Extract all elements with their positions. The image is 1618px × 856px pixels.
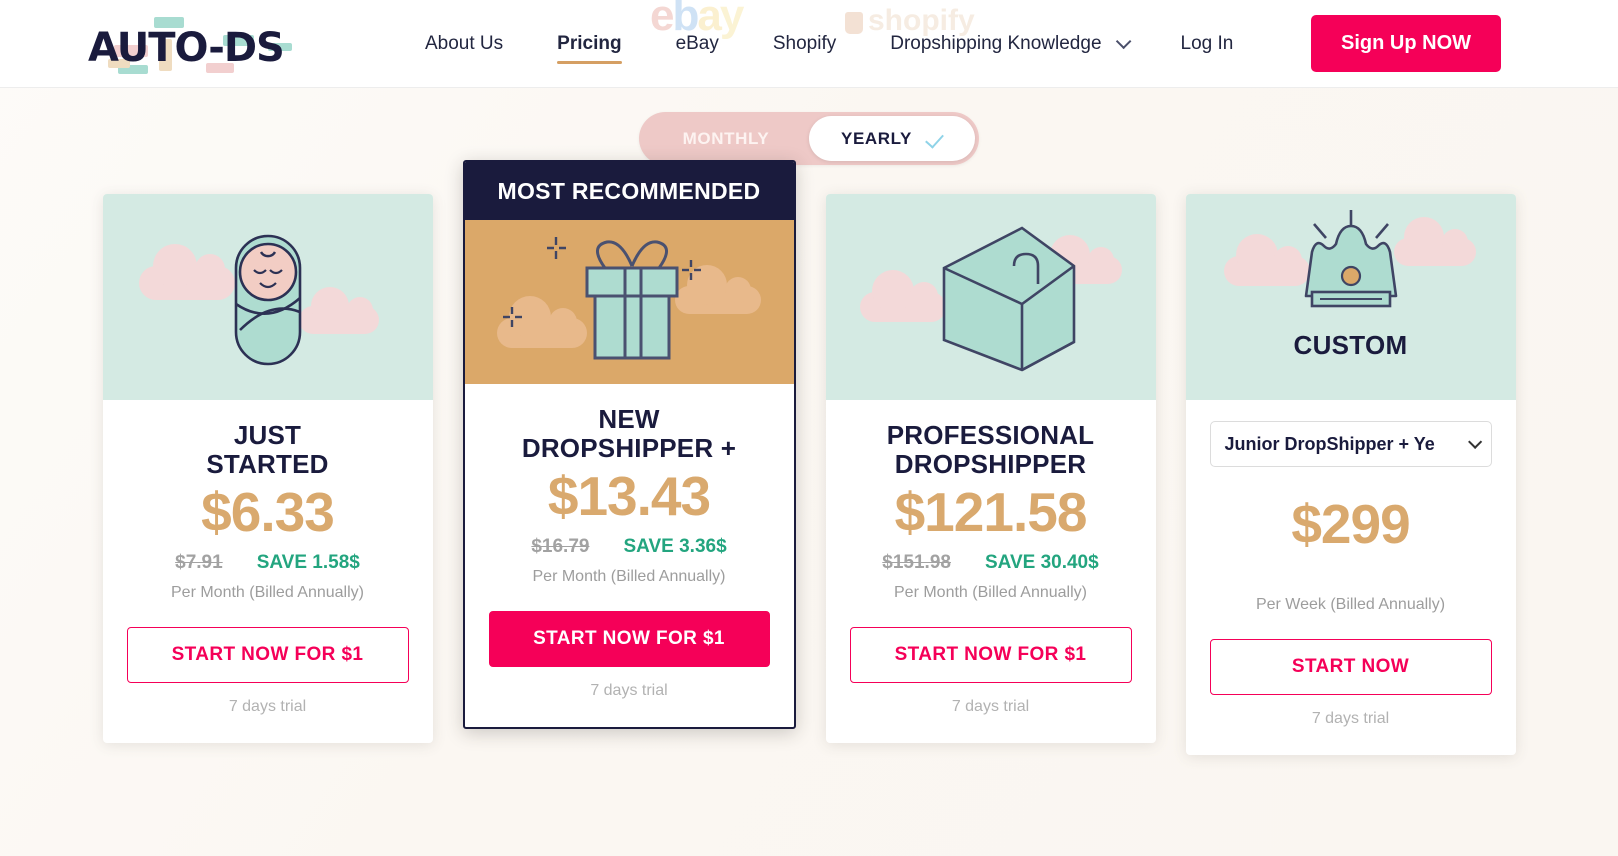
plan-name: JUST STARTED <box>206 420 329 480</box>
start-now-button[interactable]: START NOW FOR $1 <box>488 611 770 667</box>
plan-trial-note: 7 days trial <box>1311 710 1390 727</box>
card-body: Junior DropShipper + Ye $299 Per Week (B… <box>1186 400 1516 755</box>
briefcase-icon <box>942 226 1075 372</box>
toggle-option-yearly[interactable]: YEARLY <box>809 116 975 161</box>
plan-billing-note: Per Week (Billed Annually) <box>1255 596 1446 613</box>
plan-old-price: $151.98 <box>882 552 951 573</box>
logo-text: AUTO-DS <box>88 24 285 71</box>
pricing-card-new-dropshipper-plus: MOST RECOMMENDED NEW DROPSHIPPER + $13.4… <box>462 160 796 729</box>
plan-savings: SAVE 1.58$ <box>256 552 360 573</box>
pricing-card-just-started: JUST STARTED $6.33 $7.91 SAVE 1.58$ Per M… <box>102 194 433 743</box>
billing-toggle-container: MONTHLY YEARLY <box>0 112 1618 165</box>
card-body: NEW DROPSHIPPER + $13.43 $16.79 SAVE 3.36… <box>465 384 794 727</box>
sparkle-icon <box>502 307 522 327</box>
plan-billing-note: Per Month (Billed Annually) <box>171 584 364 601</box>
sparkle-icon <box>681 260 701 280</box>
plan-billing-note: Per Month (Billed Annually) <box>532 568 726 585</box>
pricing-card-custom: CUSTOM Junior DropShipper + Ye $299 Per … <box>1185 194 1516 755</box>
start-now-button[interactable]: START NOW FOR $1 <box>849 627 1132 683</box>
card-artwork-baby <box>102 194 433 400</box>
plan-name: NEW DROPSHIPPER + <box>521 404 737 464</box>
nav-item-pricing[interactable]: Pricing <box>530 0 648 88</box>
plan-trial-note: 7 days trial <box>951 698 1030 715</box>
plan-savings: SAVE 3.36$ <box>623 536 727 557</box>
sparkle-icon <box>546 237 566 259</box>
plan-old-price: $7.91 <box>175 552 223 573</box>
main-nav: About Us Pricing eBay Shopify Dropshippi… <box>398 0 1260 88</box>
gift-icon <box>502 237 701 360</box>
card-body: PROFESSIONAL DROPSHIPPER $121.58 $151.98 … <box>826 400 1156 743</box>
card-artwork-crown: CUSTOM <box>1185 194 1516 400</box>
plan-trial-note: 7 days trial <box>590 682 668 699</box>
plan-name: PROFESSIONAL DROPSHIPPER <box>886 420 1095 480</box>
plan-price-row: $16.79 SAVE 3.36$ <box>489 536 770 558</box>
custom-plan-select[interactable]: Junior DropShipper + Ye <box>1209 421 1492 467</box>
pricing-cards: JUST STARTED $6.33 $7.91 SAVE 1.58$ Per M… <box>0 160 1618 755</box>
nav-label: Dropshipping Knowledge <box>890 32 1102 54</box>
plan-price: $13.43 <box>547 465 711 527</box>
toggle-option-monthly[interactable]: MONTHLY <box>643 116 809 161</box>
sign-up-now-button[interactable]: Sign Up NOW <box>1311 15 1501 72</box>
billing-toggle[interactable]: MONTHLY YEARLY <box>639 112 979 165</box>
chevron-down-icon <box>1115 33 1131 49</box>
chevron-down-icon <box>1467 434 1482 449</box>
nav-item-shopify[interactable]: Shopify <box>746 0 863 88</box>
check-icon <box>925 128 944 149</box>
plan-price-row: $7.91 SAVE 1.58$ <box>127 552 409 574</box>
nav-item-dropshipping-knowledge[interactable]: Dropshipping Knowledge <box>863 0 1153 88</box>
pricing-card-professional-dropshipper: PROFESSIONAL DROPSHIPPER $121.58 $151.98 … <box>825 194 1156 743</box>
pricing-page: AUTO-DS ebay shopify About Us Pricing eB… <box>0 0 1618 856</box>
custom-plan-label: CUSTOM <box>1293 329 1408 360</box>
custom-plan-select-value: Junior DropShipper + Ye <box>1224 433 1435 454</box>
plan-trial-note: 7 days trial <box>228 698 307 715</box>
site-header: AUTO-DS ebay shopify About Us Pricing eB… <box>0 0 1618 88</box>
card-body: JUST STARTED $6.33 $7.91 SAVE 1.58$ Per M… <box>103 400 433 743</box>
card-artwork-briefcase <box>825 194 1156 400</box>
autods-logo[interactable]: AUTO-DS <box>88 15 292 74</box>
plan-billing-note: Per Month (Billed Annually) <box>894 584 1087 601</box>
plan-price: $299 <box>1291 493 1410 555</box>
nav-item-ebay[interactable]: eBay <box>649 0 746 88</box>
most-recommended-ribbon: MOST RECOMMENDED <box>464 162 794 220</box>
nav-item-log-in[interactable]: Log In <box>1154 0 1261 88</box>
toggle-yearly-label: YEARLY <box>841 129 912 148</box>
baby-icon <box>234 234 301 366</box>
start-now-button[interactable]: START NOW FOR $1 <box>126 627 409 683</box>
nav-item-about-us[interactable]: About Us <box>398 0 530 88</box>
plan-savings: SAVE 30.40$ <box>984 552 1099 573</box>
card-artwork-gift <box>464 220 794 384</box>
plan-price: $6.33 <box>201 481 335 543</box>
start-now-button[interactable]: START NOW <box>1209 639 1492 695</box>
plan-price-row: $151.98 SAVE 30.40$ <box>850 552 1132 574</box>
plan-price: $121.58 <box>894 481 1088 543</box>
plan-old-price: $16.79 <box>531 536 590 557</box>
crown-icon <box>1304 210 1397 308</box>
plan-price-row <box>1210 564 1492 586</box>
